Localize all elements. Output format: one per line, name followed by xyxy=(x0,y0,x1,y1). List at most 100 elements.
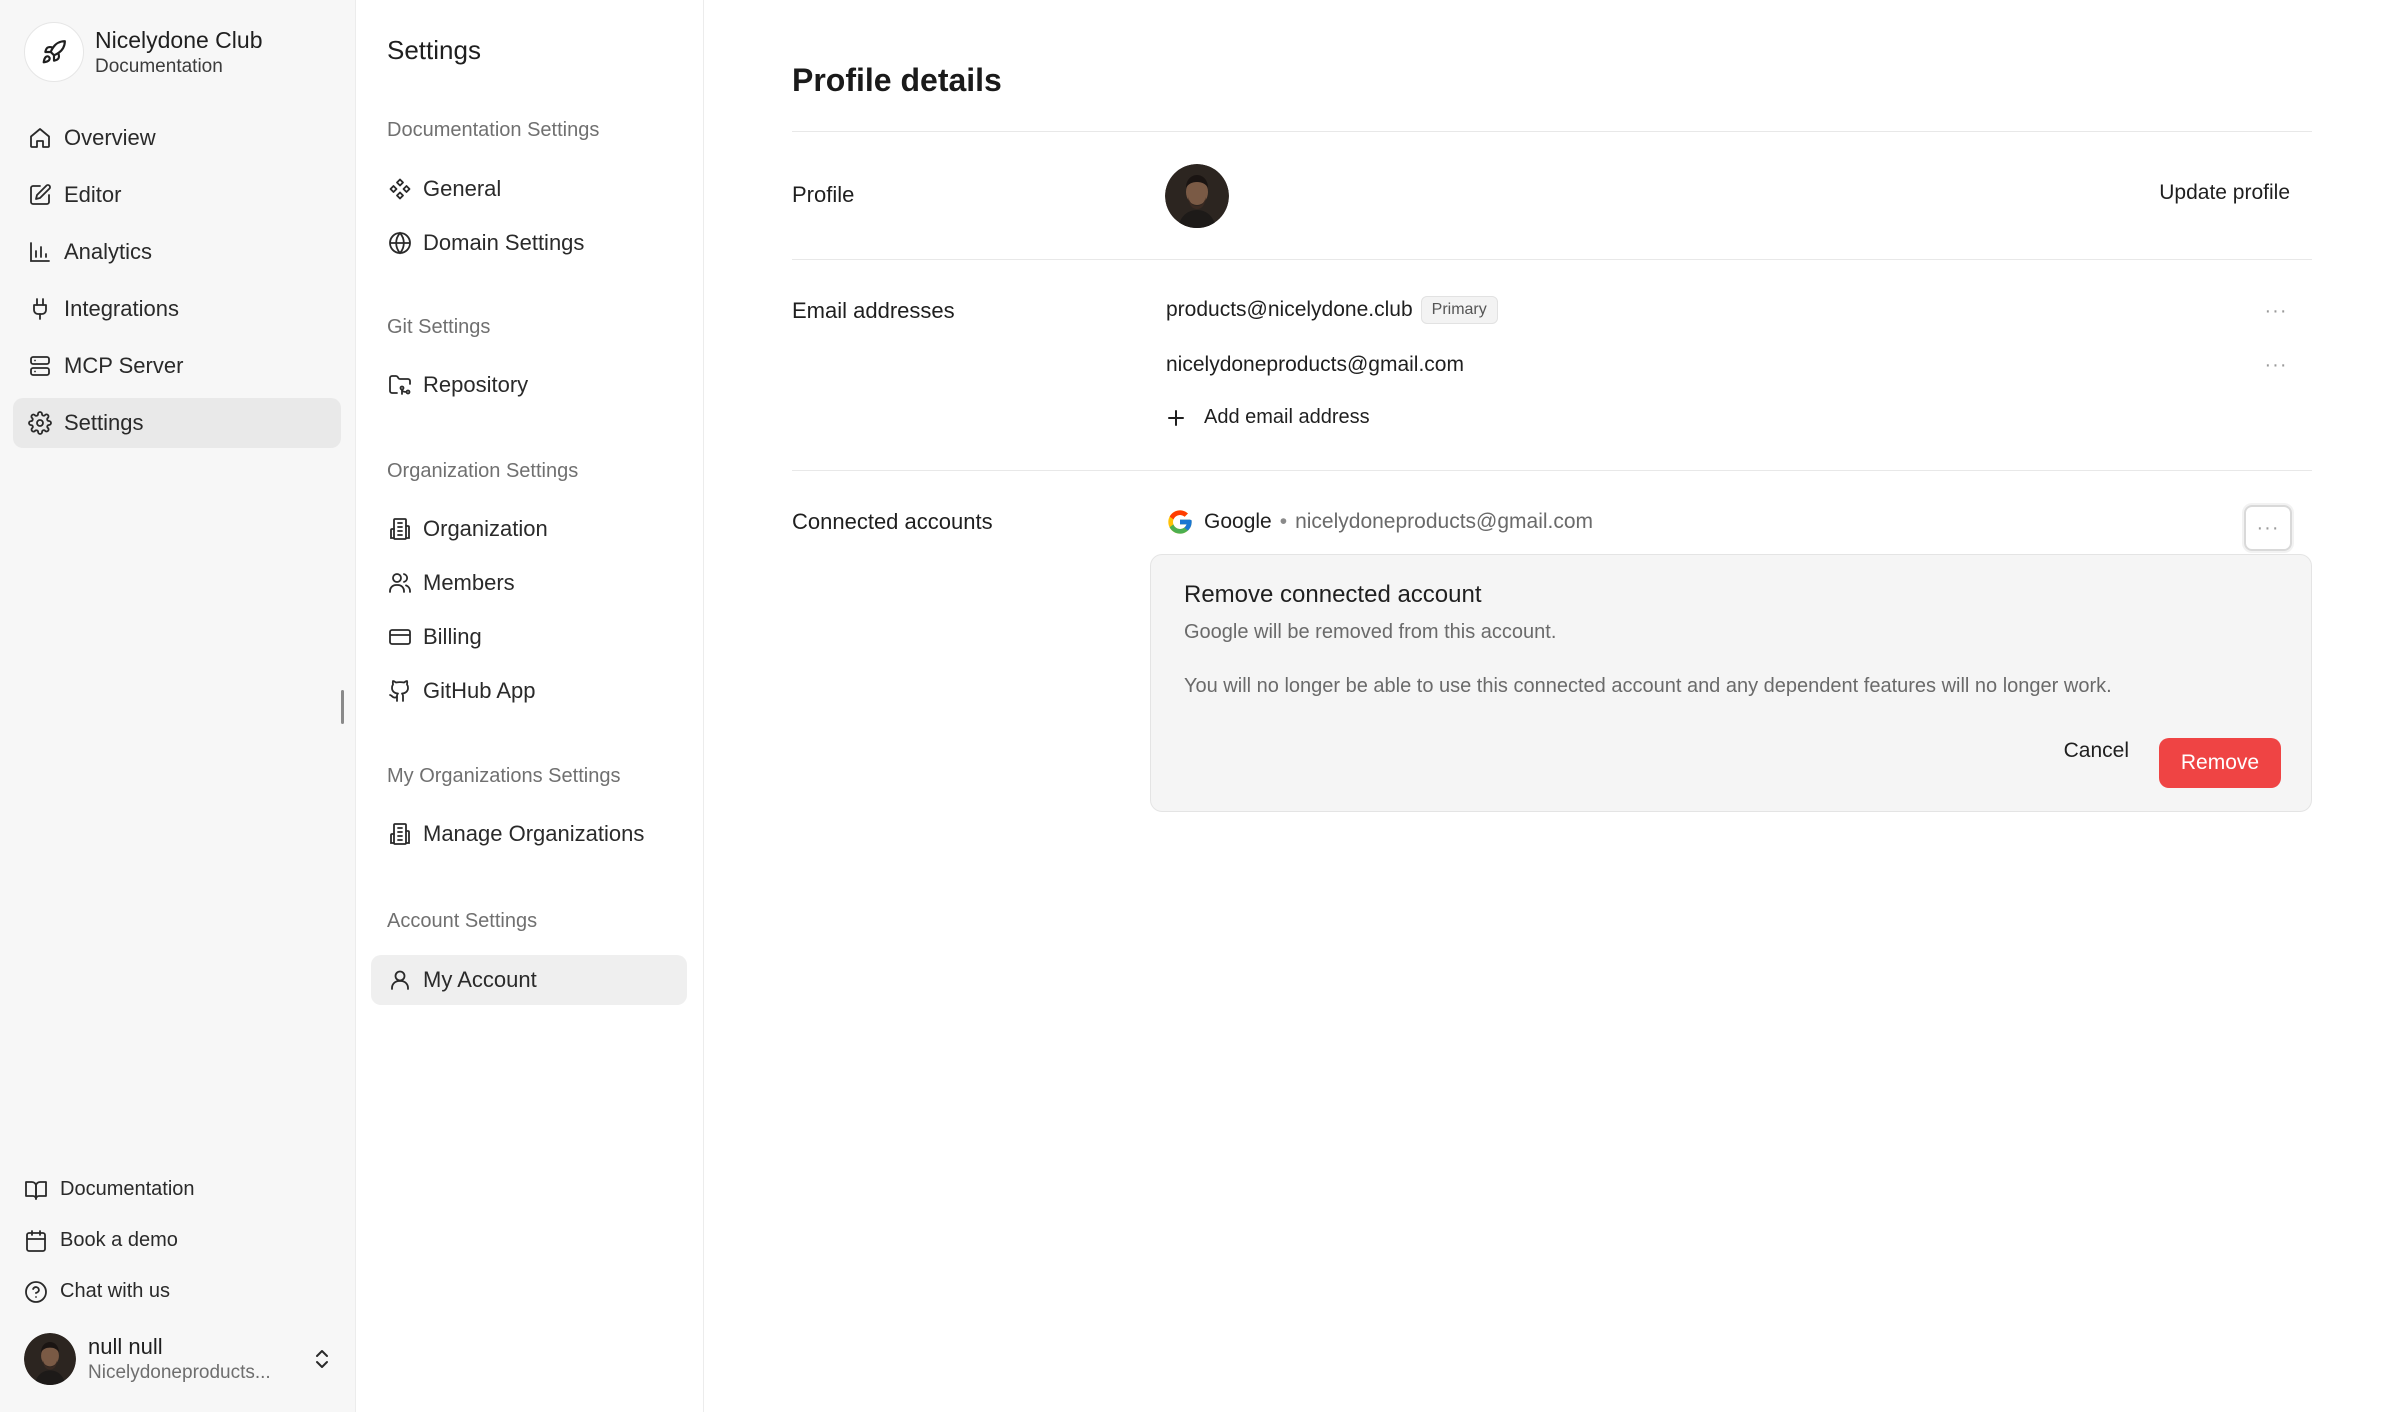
divider xyxy=(792,470,2312,471)
settings-item-label: Organization xyxy=(423,516,548,541)
chat-link-label: Chat with us xyxy=(60,1280,171,1302)
page-title: Profile details xyxy=(792,62,1002,98)
settings-item-members[interactable]: Members xyxy=(371,558,687,608)
nav-item-label: MCP Server xyxy=(64,353,184,378)
documentation-link-label: Documentation xyxy=(60,1178,195,1200)
brand[interactable]: Nicelydone Club Documentation xyxy=(24,22,262,82)
github-icon xyxy=(387,678,413,704)
nav-item-overview[interactable]: Overview xyxy=(13,113,341,163)
nav-item-label: Analytics xyxy=(64,239,153,264)
user-menu[interactable]: null null Nicelydoneproducts... xyxy=(24,1333,334,1385)
settings-group-label: Organization Settings xyxy=(387,460,579,482)
profile-label: Profile xyxy=(792,182,855,207)
settings-group-label: Account Settings xyxy=(387,910,538,932)
confirm-message: You will no longer be able to use this c… xyxy=(1184,675,2112,697)
chevron-up-down-icon[interactable] xyxy=(310,1344,334,1374)
update-profile-button[interactable]: Update profile xyxy=(2159,181,2290,205)
settings-item-my-account[interactable]: My Account xyxy=(371,955,687,1005)
profile-avatar xyxy=(1165,164,1229,228)
primary-sidebar: Nicelydone Club Documentation Overview E… xyxy=(0,0,356,1412)
user-email: Nicelydoneproducts... xyxy=(88,1362,271,1383)
add-email-button[interactable]: Add email address xyxy=(1166,406,1370,429)
connected-account-google: Google • nicelydoneproducts@gmail.com xyxy=(1166,508,1593,536)
brand-name: Nicelydone Club xyxy=(95,27,263,53)
separator-dot: • xyxy=(1279,510,1288,533)
building-icon xyxy=(387,516,413,542)
settings-item-label: Billing xyxy=(423,624,482,649)
primary-badge: Primary xyxy=(1420,296,1498,324)
user-name: null null xyxy=(88,1334,163,1359)
main-nav: Overview Editor Analytics Integrations M… xyxy=(13,113,341,455)
settings-item-label: Domain Settings xyxy=(423,230,585,255)
remove-button[interactable]: Remove xyxy=(2159,738,2281,788)
nav-item-label: Overview xyxy=(64,125,156,150)
settings-group-label: Documentation Settings xyxy=(387,119,600,141)
confirm-title: Remove connected account xyxy=(1184,581,1482,608)
gear-icon xyxy=(26,409,54,437)
more-options-button[interactable]: ··· xyxy=(2244,505,2292,551)
settings-group-label: My Organizations Settings xyxy=(387,765,621,787)
cancel-button[interactable]: Cancel xyxy=(2064,739,2129,763)
nav-item-label: Settings xyxy=(64,410,144,435)
calendar-icon xyxy=(24,1228,50,1254)
credit-card-icon xyxy=(387,624,413,650)
google-icon xyxy=(1166,508,1194,536)
divider xyxy=(792,259,2312,260)
settings-item-general[interactable]: General xyxy=(371,164,687,214)
component-icon xyxy=(387,176,413,202)
settings-item-domain-settings[interactable]: Domain Settings xyxy=(371,218,687,268)
bar-chart-icon xyxy=(26,238,54,266)
plus-icon xyxy=(1166,408,1188,428)
divider xyxy=(792,131,2312,132)
settings-item-github-app[interactable]: GitHub App xyxy=(371,666,687,716)
settings-title: Settings xyxy=(387,35,481,65)
brand-subtitle: Documentation xyxy=(95,56,223,77)
add-email-label: Add email address xyxy=(1204,406,1370,428)
settings-sidebar: Settings Documentation Settings General … xyxy=(356,0,704,1412)
rocket-icon xyxy=(24,22,84,82)
connected-email: nicelydoneproducts@gmail.com xyxy=(1295,510,1594,533)
sidebar-resize-handle[interactable] xyxy=(341,690,344,724)
nav-item-settings[interactable]: Settings xyxy=(13,398,341,448)
confirm-subtitle: Google will be removed from this account… xyxy=(1184,621,1557,643)
edit-icon xyxy=(26,181,54,209)
documentation-link[interactable]: Documentation xyxy=(24,1164,195,1215)
connected-accounts-label: Connected accounts xyxy=(792,509,993,534)
nav-item-integrations[interactable]: Integrations xyxy=(13,284,341,334)
avatar xyxy=(24,1333,76,1385)
settings-item-label: Members xyxy=(423,570,515,595)
help-circle-icon xyxy=(24,1279,50,1305)
settings-item-label: General xyxy=(423,176,502,201)
nav-item-label: Integrations xyxy=(64,296,179,321)
email-item-primary: products@nicelydone.club Primary xyxy=(1166,296,1498,324)
nav-item-editor[interactable]: Editor xyxy=(13,170,341,220)
nav-item-analytics[interactable]: Analytics xyxy=(13,227,341,277)
book-demo-link-label: Book a demo xyxy=(60,1229,178,1251)
settings-item-manage-organizations[interactable]: Manage Organizations xyxy=(371,809,687,859)
building-icon xyxy=(387,821,413,847)
settings-item-repository[interactable]: Repository xyxy=(371,360,687,410)
user-icon xyxy=(387,967,413,993)
profile-details-panel: Profile details Profile Update profile E… xyxy=(704,0,2400,1412)
book-icon xyxy=(24,1177,50,1203)
email-item: nicelydoneproducts@gmail.com xyxy=(1166,353,1464,377)
email-addresses-label: Email addresses xyxy=(792,298,955,323)
book-demo-link[interactable]: Book a demo xyxy=(24,1215,195,1266)
more-options-button[interactable]: ··· xyxy=(2260,352,2292,378)
nav-item-mcp-server[interactable]: MCP Server xyxy=(13,341,341,391)
server-icon xyxy=(26,352,54,380)
more-options-button[interactable]: ··· xyxy=(2260,298,2292,324)
nav-item-label: Editor xyxy=(64,182,122,207)
chat-link[interactable]: Chat with us xyxy=(24,1266,195,1317)
footer-links: Documentation Book a demo Chat with us xyxy=(24,1164,195,1317)
settings-item-label: My Account xyxy=(423,967,537,992)
settings-item-label: Manage Organizations xyxy=(423,821,645,846)
connected-provider: Google xyxy=(1204,510,1272,533)
settings-item-organization[interactable]: Organization xyxy=(371,504,687,554)
settings-item-label: Repository xyxy=(423,372,529,397)
settings-item-billing[interactable]: Billing xyxy=(371,612,687,662)
plug-icon xyxy=(26,295,54,323)
remove-account-confirmation: Remove connected account Google will be … xyxy=(1150,554,2312,812)
globe-icon xyxy=(387,230,413,256)
email-address: products@nicelydone.club xyxy=(1166,298,1413,321)
